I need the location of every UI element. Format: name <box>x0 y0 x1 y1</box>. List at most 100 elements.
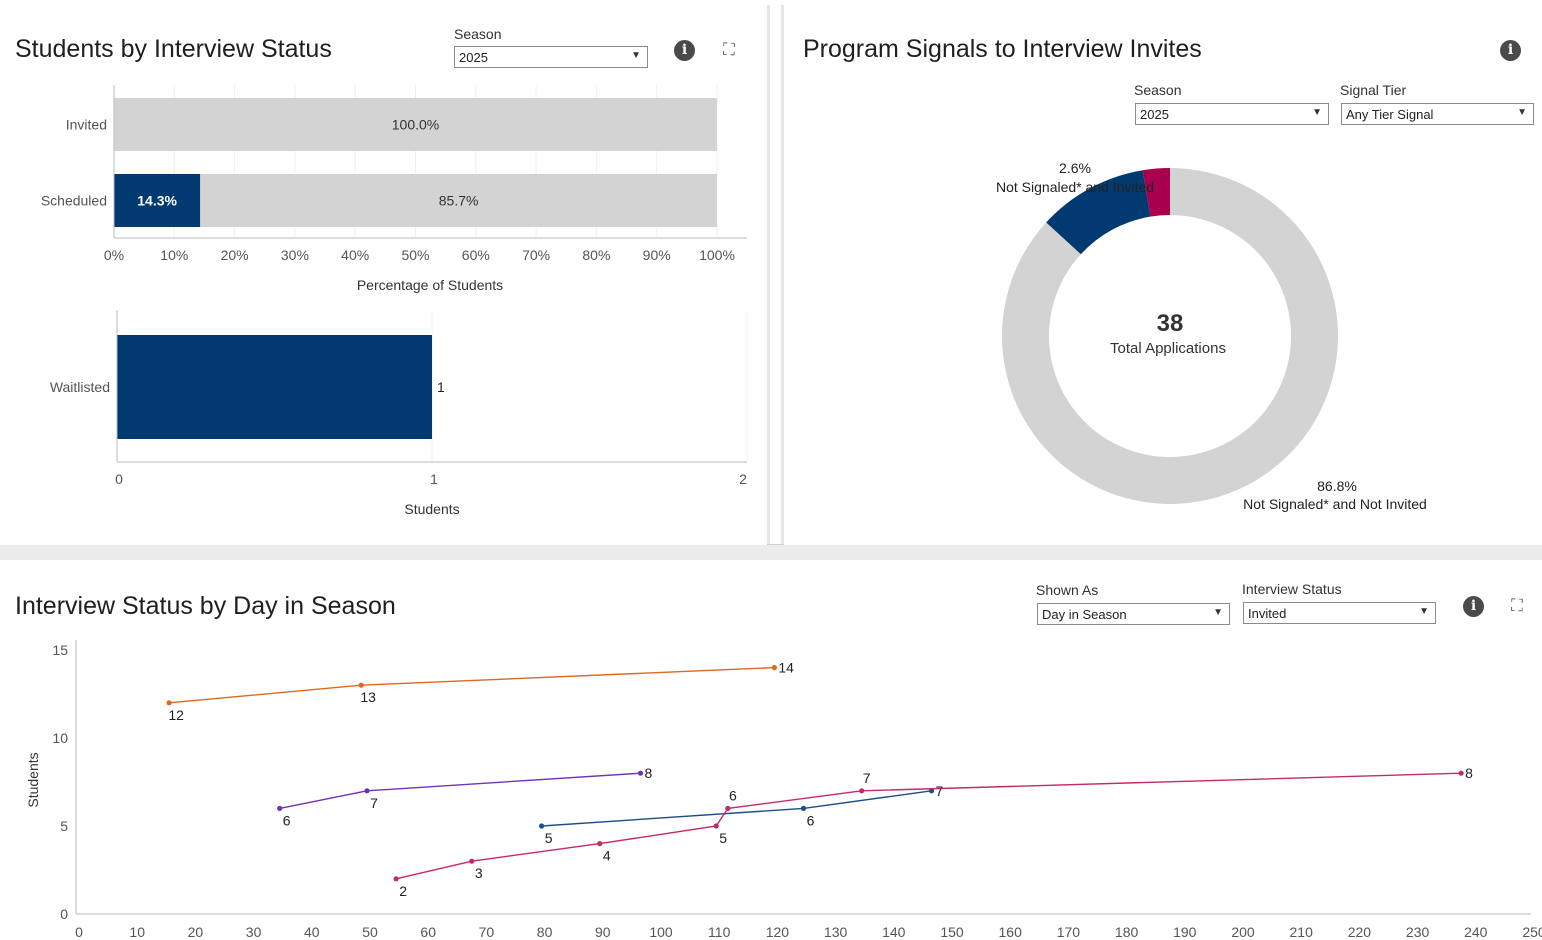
data-point <box>1458 770 1464 776</box>
y-axis-title: Students <box>25 752 41 807</box>
data-point <box>166 700 172 706</box>
slice-name-label: Not Signaled* and Invited <box>996 179 1154 195</box>
x-tick-label: 70 <box>479 924 495 940</box>
x-axis-title: Percentage of Students <box>357 277 503 293</box>
x-tick-label: 80% <box>582 247 610 263</box>
x-tick-label: 210 <box>1290 924 1314 940</box>
x-tick-label: 100 <box>649 924 673 940</box>
bar-value-label: 1 <box>437 379 445 395</box>
x-tick-label: 40% <box>341 247 369 263</box>
x-tick-label: 50% <box>401 247 429 263</box>
x-tick-label: 230 <box>1406 924 1430 940</box>
x-tick-label: 2 <box>739 471 747 487</box>
x-tick-label: 60 <box>420 924 436 940</box>
x-tick-label: 10 <box>129 924 145 940</box>
x-tick-label: 170 <box>1057 924 1081 940</box>
y-tick-label: 5 <box>60 818 68 834</box>
x-tick-label: 70% <box>522 247 550 263</box>
data-point-label: 7 <box>863 770 871 786</box>
data-point <box>358 682 364 688</box>
data-point-label: 2 <box>399 883 407 899</box>
x-tick-label: 1 <box>430 471 438 487</box>
bar <box>117 335 432 439</box>
x-tick-label: 140 <box>882 924 906 940</box>
donut-center-value: 38 <box>1157 310 1184 337</box>
interview-status-percentage-chart: 100.0% 14.3% 85.7% 0% 10% 20% 30% 40% 50% 60% 70%… <box>41 85 747 293</box>
x-tick-label: 20 <box>188 924 204 940</box>
data-point <box>597 841 603 847</box>
x-tick-label: 200 <box>1231 924 1255 940</box>
data-point-label: 6 <box>729 787 737 803</box>
donut-center-label: Total Applications <box>1110 340 1226 357</box>
x-tick-label: 110 <box>708 924 731 940</box>
program-signals-panel: Program Signals to Interview Invites i S… <box>784 0 1542 545</box>
y-tick-label: 0 <box>60 906 68 922</box>
category-label: Waitlisted <box>50 379 110 395</box>
y-tick-label: 15 <box>52 642 68 658</box>
x-tick-label: 130 <box>824 924 848 940</box>
x-tick-label: 160 <box>999 924 1023 940</box>
data-point <box>713 823 719 829</box>
signals-donut-chart: 38 Total Applications 2.6% Not Signaled* an… <box>996 160 1427 512</box>
category-label: Invited <box>66 117 107 133</box>
data-point-label: 8 <box>645 765 653 781</box>
x-tick-label: 50 <box>362 924 378 940</box>
x-tick-label: 120 <box>766 924 790 940</box>
data-point-label: 3 <box>475 865 483 881</box>
category-label: Scheduled <box>41 193 107 209</box>
bar-value-label: 100.0% <box>392 117 439 133</box>
bar-value-label: 85.7% <box>439 193 479 209</box>
slice-percent-label: 86.8% <box>1317 478 1357 494</box>
x-tick-label: 80 <box>537 924 553 940</box>
panel-divider-vertical-left <box>767 5 770 545</box>
data-point-label: 13 <box>360 689 376 705</box>
data-point-label: 4 <box>603 848 611 864</box>
data-point <box>637 770 644 776</box>
x-tick-label: 0 <box>115 471 123 487</box>
x-tick-label: 30 <box>246 924 262 940</box>
bar-value-label: 14.3% <box>137 193 177 209</box>
x-tick-label: 190 <box>1173 924 1197 940</box>
data-point-label: 6 <box>807 812 815 828</box>
slice-percent-label: 2.6% <box>1059 160 1091 176</box>
data-point-label: 6 <box>283 812 291 828</box>
panel-divider-horizontal <box>0 544 1542 560</box>
x-tick-label: 100% <box>699 247 735 263</box>
data-point-label: 14 <box>778 660 794 676</box>
series-line <box>395 772 1462 880</box>
x-tick-label: 250 <box>1522 924 1542 940</box>
y-tick-label: 10 <box>52 730 68 746</box>
data-point-label: 7 <box>370 795 378 811</box>
data-point-label: 5 <box>545 830 553 846</box>
x-tick-label: 240 <box>1464 924 1488 940</box>
x-tick-label: 90 <box>595 924 611 940</box>
x-axis-title: Students <box>404 501 459 517</box>
series-line <box>279 772 641 810</box>
data-point <box>469 858 475 864</box>
data-point <box>539 823 545 829</box>
slice-name-label: Not Signaled* and Not Invited <box>1243 496 1427 512</box>
x-tick-label: 150 <box>940 924 964 940</box>
data-point <box>725 805 731 811</box>
data-point <box>771 665 778 671</box>
data-point <box>393 876 399 882</box>
day-in-season-line-chart: 121314678567234567 8 0 10 20 30 40 50 60 70 80 90 1… <box>25 640 1542 940</box>
x-tick-label: 0 <box>75 924 83 940</box>
x-tick-label: 90% <box>643 247 671 263</box>
data-point-label: 5 <box>719 830 727 846</box>
x-tick-label: 60% <box>462 247 490 263</box>
x-tick-label: 180 <box>1115 924 1139 940</box>
data-point <box>364 788 370 794</box>
data-point-label: 8 <box>1465 765 1473 781</box>
data-point-label: 12 <box>168 707 184 723</box>
x-tick-label: 220 <box>1348 924 1372 940</box>
x-tick-label: 0% <box>104 247 124 263</box>
x-tick-label: 10% <box>160 247 188 263</box>
x-tick-label: 20% <box>221 247 249 263</box>
series-line <box>169 666 775 704</box>
data-point-label: 7 <box>936 783 944 799</box>
data-point <box>800 805 807 811</box>
data-point <box>277 805 283 811</box>
x-tick-label: 40 <box>304 924 320 940</box>
data-point <box>859 788 865 794</box>
